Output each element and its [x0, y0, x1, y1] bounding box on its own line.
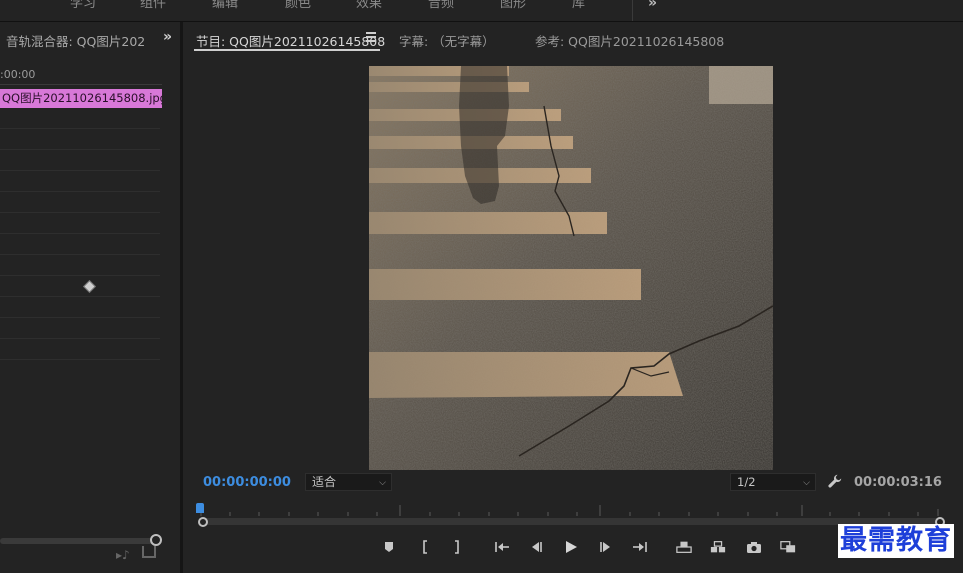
scrollbar-handle[interactable] [150, 534, 162, 546]
video-preview[interactable] [369, 66, 773, 470]
track-divider [0, 275, 160, 276]
go-to-out-icon[interactable] [632, 539, 648, 555]
horizontal-scrollbar[interactable] [0, 538, 156, 544]
panel-title[interactable]: 音轨混合器: QQ图片20211026145808 [6, 31, 146, 50]
time-ruler[interactable] [200, 503, 941, 517]
export-frame-icon[interactable] [746, 539, 762, 555]
video-frame-image [369, 66, 773, 470]
lift-icon[interactable] [676, 539, 692, 555]
workspace-overflow-icon[interactable]: » [648, 0, 657, 11]
audio-note-icon[interactable]: ▸♪ [116, 548, 130, 562]
chevron-down-icon: ⌵ [803, 478, 810, 488]
mark-out-icon[interactable] [449, 539, 465, 555]
export-tray-icon[interactable] [142, 546, 156, 558]
workspace-tab-color[interactable]: 颜色 [285, 0, 311, 11]
zoom-handle-left[interactable] [198, 517, 208, 527]
active-tab-indicator [194, 49, 380, 51]
playback-resolution-select[interactable]: 1/2 ⌵ [730, 473, 816, 491]
duration-timecode: 00:00:03:16 [854, 475, 942, 490]
workspace-tab-libraries[interactable]: 库 [572, 0, 585, 11]
go-to-in-icon[interactable] [494, 539, 510, 555]
mark-in-icon[interactable] [417, 539, 433, 555]
chevron-down-icon: ⌵ [379, 478, 386, 488]
workspace-tab-effects[interactable]: 效果 [356, 0, 382, 11]
timeline-timecode: :00:00 [0, 68, 36, 81]
panel-header: 音轨混合器: QQ图片20211026145808 » [0, 22, 180, 56]
workspace-tab-audio[interactable]: 音频 [428, 0, 454, 11]
track-divider [0, 212, 160, 213]
track-divider [0, 128, 160, 129]
panel-menu-icon[interactable] [366, 32, 376, 44]
step-forward-icon[interactable] [598, 539, 614, 555]
zoom-scrollbar[interactable] [203, 518, 939, 525]
workspace-divider [632, 0, 633, 21]
tab-captions[interactable]: 字幕: （无字幕） [399, 31, 495, 50]
workspace-tab-graphics[interactable]: 图形 [500, 0, 526, 11]
tab-reference[interactable]: 参考: QQ图片20211026145808 [535, 31, 724, 50]
workspace-tab-editing[interactable]: 编辑 [212, 0, 238, 11]
track-divider [0, 170, 160, 171]
current-timecode[interactable]: 00:00:00:00 [203, 475, 291, 490]
track-divider [0, 149, 160, 150]
panel-overflow-icon[interactable]: » [163, 29, 172, 45]
workspace-bar: 学习 组件 编辑 颜色 效果 音频 图形 库 » [0, 0, 963, 22]
compare-view-icon[interactable] [780, 539, 796, 555]
watermark-logo: 最需教育 [838, 524, 954, 558]
track-divider [0, 254, 160, 255]
keyframe-icon[interactable] [83, 280, 96, 293]
track-divider [0, 233, 160, 234]
wrench-icon[interactable] [828, 474, 842, 488]
track-divider [0, 191, 160, 192]
add-marker-icon[interactable] [381, 539, 397, 555]
play-icon[interactable] [563, 539, 579, 555]
time-ruler [0, 84, 162, 85]
program-monitor-panel: 节目: QQ图片20211026145808 字幕: （无字幕） 参考: QQ图… [183, 22, 963, 573]
tab-program[interactable]: 节目: QQ图片20211026145808 [196, 31, 385, 50]
zoom-level-select[interactable]: 适合 ⌵ [305, 473, 392, 491]
track-divider [0, 317, 160, 318]
track-divider [0, 296, 160, 297]
track-divider [0, 338, 160, 339]
extract-icon[interactable] [710, 539, 726, 555]
playhead-handle[interactable] [196, 503, 204, 513]
resolution-value: 1/2 [737, 475, 756, 489]
audio-track-mixer-panel: 音轨混合器: QQ图片20211026145808 » :00:00 QQ图片2… [0, 22, 180, 573]
workspace-tab-learn[interactable]: 学习 [70, 0, 96, 11]
zoom-level-value: 适合 [312, 475, 337, 489]
step-back-icon[interactable] [528, 539, 544, 555]
timeline-clip[interactable]: QQ图片20211026145808.jpg [0, 89, 162, 108]
workspace-tab-assembly[interactable]: 组件 [140, 0, 166, 11]
track-divider [0, 359, 160, 360]
